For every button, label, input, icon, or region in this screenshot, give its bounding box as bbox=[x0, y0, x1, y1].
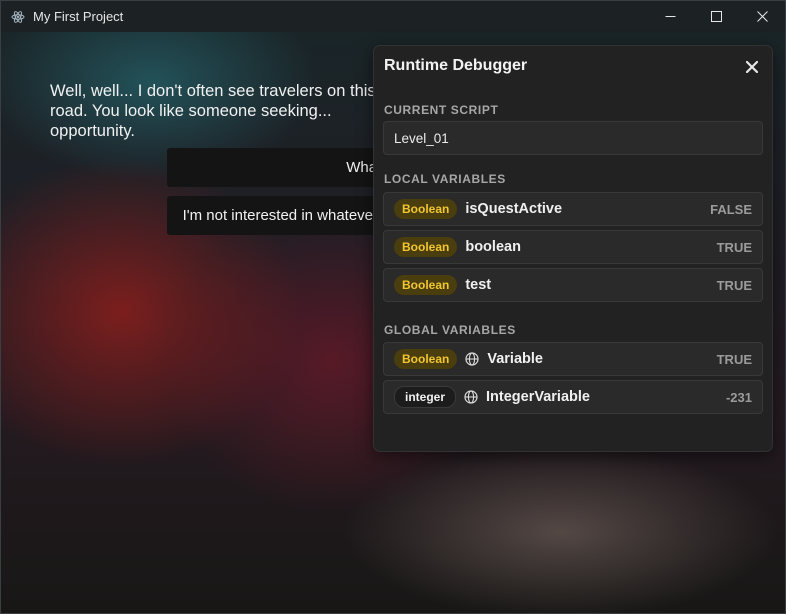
current-script-field: Level_01 bbox=[383, 121, 763, 155]
minimize-button[interactable] bbox=[647, 1, 693, 32]
current-script-value: Level_01 bbox=[394, 130, 449, 146]
variable-name: test bbox=[465, 277, 492, 293]
electron-icon bbox=[10, 9, 26, 25]
variable-value: TRUE bbox=[716, 351, 752, 367]
current-script-heading: CURRENT SCRIPT bbox=[384, 103, 499, 117]
panel-title: Runtime Debugger bbox=[384, 57, 528, 74]
type-badge: Boolean bbox=[394, 199, 458, 219]
globe-icon bbox=[465, 352, 479, 366]
variable-name: IntegerVariable bbox=[486, 389, 590, 405]
variable-name: isQuestActive bbox=[465, 201, 563, 217]
title-bar[interactable]: My First Project bbox=[1, 1, 785, 32]
local-variables-heading: LOCAL VARIABLES bbox=[384, 172, 506, 186]
close-icon bbox=[756, 11, 768, 22]
variable-row[interactable]: Boolean boolean TRUE bbox=[383, 230, 763, 264]
type-badge: Boolean bbox=[394, 237, 458, 257]
close-window-button[interactable] bbox=[739, 1, 785, 32]
dialogue-text: Well, well... I don't often see traveler… bbox=[50, 82, 376, 140]
variable-row[interactable]: Boolean Variable TRUE bbox=[383, 342, 763, 376]
window-title: My First Project bbox=[33, 9, 124, 24]
global-variables-heading: GLOBAL VARIABLES bbox=[384, 323, 516, 337]
variable-value: -231 bbox=[725, 389, 752, 405]
maximize-icon bbox=[710, 11, 722, 22]
variable-row[interactable]: Boolean isQuestActive FALSE bbox=[383, 192, 763, 226]
type-badge: Boolean bbox=[394, 349, 458, 369]
type-badge: Boolean bbox=[394, 275, 458, 295]
close-icon bbox=[746, 61, 758, 73]
app-window: My First Project Well, well... I don't o… bbox=[0, 0, 786, 614]
variable-value: TRUE bbox=[716, 277, 752, 293]
variable-value: TRUE bbox=[716, 239, 752, 255]
close-panel-button[interactable] bbox=[744, 59, 760, 75]
variable-name: Variable bbox=[487, 351, 543, 367]
type-badge: integer bbox=[394, 386, 457, 408]
variable-row[interactable]: integer IntegerVariable -231 bbox=[383, 380, 763, 414]
variable-value: FALSE bbox=[710, 201, 752, 217]
variable-name: boolean bbox=[465, 239, 521, 255]
globe-icon bbox=[464, 390, 478, 404]
minimize-icon bbox=[665, 16, 675, 17]
variable-row[interactable]: Boolean test TRUE bbox=[383, 268, 763, 302]
runtime-debugger-panel: Runtime Debugger CURRENT SCRIPT Level_01… bbox=[373, 45, 773, 452]
maximize-button[interactable] bbox=[693, 1, 739, 32]
